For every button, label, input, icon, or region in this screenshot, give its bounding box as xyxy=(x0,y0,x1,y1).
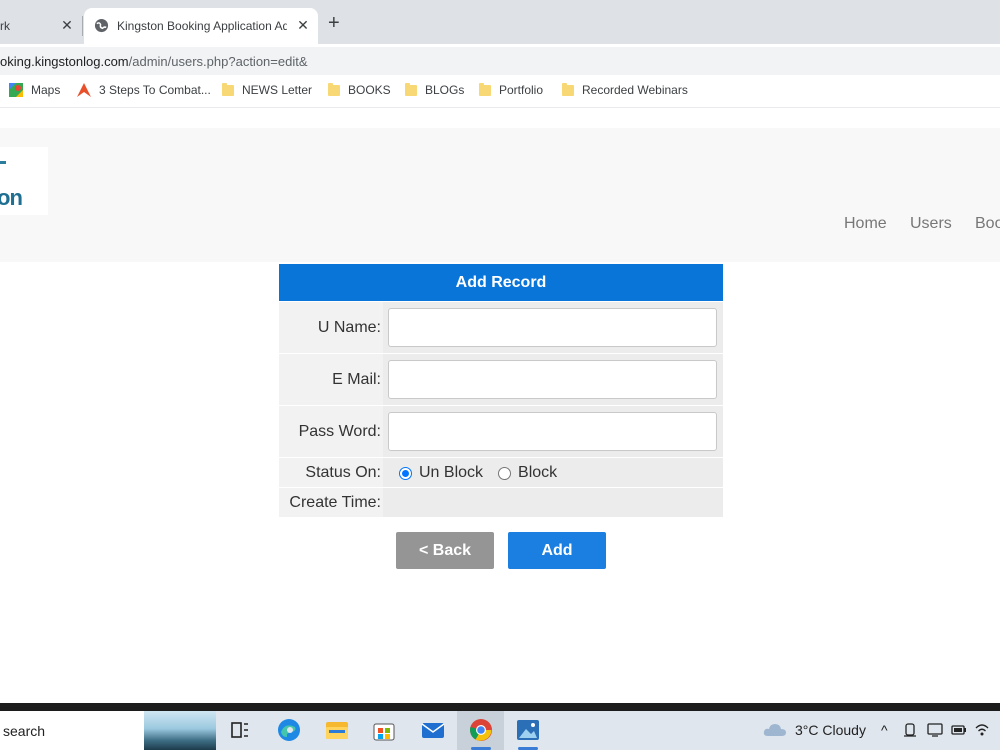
search-highlight-image xyxy=(144,711,216,750)
block-label[interactable]: Block xyxy=(518,464,557,482)
back-button[interactable]: < Back xyxy=(396,532,494,569)
password-row: Pass Word: xyxy=(279,405,723,457)
taskbar-border xyxy=(0,703,1000,711)
username-cell xyxy=(383,302,723,353)
store-icon[interactable] xyxy=(372,718,396,742)
file-explorer-icon[interactable] xyxy=(325,718,349,742)
close-icon[interactable]: ✕ xyxy=(59,17,75,34)
status-radio-group: Un Block Block xyxy=(399,464,557,482)
add-record-form: Add Record U Name: E Mail: Pass Word: St… xyxy=(279,264,723,517)
site-header: on Home Users Boo xyxy=(0,128,1000,262)
form-title: Add Record xyxy=(279,264,723,301)
folder-icon xyxy=(222,82,234,96)
taskbar-search-box[interactable]: search xyxy=(0,711,216,750)
email-cell xyxy=(383,354,723,405)
status-cell: Un Block Block xyxy=(383,458,723,487)
browser-tab-active[interactable]: Kingston Booking Application Ad ✕ xyxy=(84,8,318,44)
weather-text[interactable]: 3°C Cloudy xyxy=(795,722,866,738)
nav-home[interactable]: Home xyxy=(844,215,887,233)
folder-icon xyxy=(405,82,417,96)
bookmark-3-steps[interactable]: 3 Steps To Combat... xyxy=(77,83,211,97)
create-time-label: Create Time: xyxy=(289,494,381,511)
logo-text: on xyxy=(0,185,23,210)
bookmark-label: NEWS Letter xyxy=(242,83,313,97)
site-logo[interactable]: on xyxy=(0,147,48,215)
bookmark-books[interactable]: BOOKS xyxy=(328,82,391,97)
photos-icon[interactable] xyxy=(516,718,540,742)
meet-now-icon[interactable] xyxy=(903,722,919,738)
folder-icon xyxy=(328,82,340,96)
unblock-label[interactable]: Un Block xyxy=(419,464,483,482)
globe-icon xyxy=(94,18,109,33)
url-host: oking.kingstonlog.com xyxy=(0,54,129,69)
logo-mark xyxy=(0,161,6,164)
username-input[interactable] xyxy=(388,308,717,347)
url-text[interactable]: oking.kingstonlog.com/admin/users.php?ac… xyxy=(0,54,308,69)
cloud-icon xyxy=(763,724,786,736)
folder-icon xyxy=(479,82,491,96)
status-label: Status On: xyxy=(305,464,381,481)
maps-icon xyxy=(9,83,23,97)
email-label: E Mail: xyxy=(332,371,381,388)
email-input[interactable] xyxy=(388,360,717,399)
status-row: Status On: Un Block Block xyxy=(279,457,723,487)
unblock-radio[interactable] xyxy=(399,466,412,480)
folder-icon xyxy=(562,82,574,96)
tab-title: Kingston Booking Application Ad xyxy=(117,19,287,33)
browser-tabstrip: rk ✕ Kingston Booking Application Ad ✕ + xyxy=(0,0,1000,44)
tab-separator xyxy=(82,16,83,36)
close-icon[interactable]: ✕ xyxy=(295,17,311,34)
username-label: U Name: xyxy=(317,319,381,336)
bookmark-maps[interactable]: Maps xyxy=(9,83,60,97)
username-row: U Name: xyxy=(279,301,723,353)
address-bar: oking.kingstonlog.com/admin/users.php?ac… xyxy=(0,44,1000,76)
new-tab-plus-icon[interactable]: + xyxy=(328,12,340,35)
add-button[interactable]: Add xyxy=(508,532,606,569)
search-placeholder: search xyxy=(3,723,46,739)
chrome-icon[interactable] xyxy=(469,718,493,742)
url-path: /admin/users.php?action=edit& xyxy=(128,54,308,69)
display-icon[interactable] xyxy=(927,722,943,738)
wifi-icon[interactable] xyxy=(974,722,990,738)
bookmark-label: Recorded Webinars xyxy=(582,83,688,97)
create-time-row: Create Time: xyxy=(279,487,723,517)
bookmark-label: 3 Steps To Combat... xyxy=(99,83,211,97)
mail-icon[interactable] xyxy=(421,718,445,742)
omnibox[interactable]: oking.kingstonlog.com/admin/users.php?ac… xyxy=(0,47,1000,75)
password-label: Pass Word: xyxy=(298,423,381,440)
bookmark-portfolio[interactable]: Portfolio xyxy=(479,82,544,97)
password-input[interactable] xyxy=(388,412,717,451)
battery-icon[interactable] xyxy=(951,723,967,737)
bookmark-label: BOOKS xyxy=(348,83,391,97)
bookmark-recorded-webinars[interactable]: Recorded Webinars xyxy=(562,82,688,97)
bookmarks-bar: Maps 3 Steps To Combat... NEWS Letter BO… xyxy=(0,76,1000,108)
arrow-logo-icon xyxy=(77,83,91,97)
task-view-icon[interactable] xyxy=(228,718,252,742)
browser-tab-inactive[interactable]: rk ✕ xyxy=(0,8,82,44)
nav-bookings[interactable]: Boo xyxy=(975,215,1000,233)
bookmark-label: BLOGs xyxy=(425,83,465,97)
block-radio[interactable] xyxy=(498,466,512,480)
taskbar: search 3°C Cloudy ^ xyxy=(0,711,1000,750)
bookmark-news-letter[interactable]: NEWS Letter xyxy=(222,82,313,97)
password-cell xyxy=(383,406,723,457)
bookmark-blogs[interactable]: BLOGs xyxy=(405,82,465,97)
create-time-cell xyxy=(383,488,723,517)
chevron-up-icon[interactable]: ^ xyxy=(881,722,888,738)
bookmark-label: Maps xyxy=(31,83,61,97)
bookmark-label: Portfolio xyxy=(499,83,544,97)
edge-icon[interactable] xyxy=(277,718,301,742)
tab-title: rk xyxy=(0,19,10,33)
email-row: E Mail: xyxy=(279,353,723,405)
nav-users[interactable]: Users xyxy=(910,215,952,233)
